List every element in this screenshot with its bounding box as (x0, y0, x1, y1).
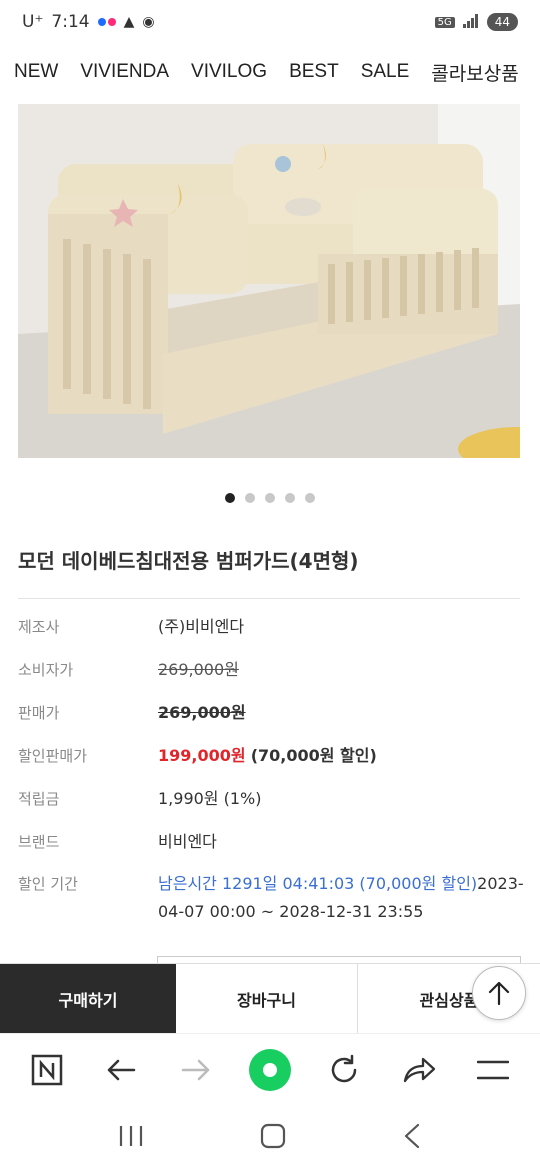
chevron-left-icon (404, 1123, 420, 1148)
flickr-icon (97, 18, 116, 26)
row-label: 소비자가 (18, 661, 74, 679)
naver-home-button[interactable] (23, 1046, 71, 1094)
recent-apps-button[interactable] (118, 1124, 144, 1152)
purchase-action-bar: 구매하기 장바구니 관심상품 (0, 963, 540, 1033)
arrow-up-icon (488, 981, 510, 1006)
cart-button[interactable]: 장바구니 (176, 964, 358, 1033)
info-row-manufacturer: 제조사 (주)비비엔다 (18, 612, 528, 655)
nav-item-vivienda[interactable]: VIVIENDA (69, 61, 180, 83)
info-row-discount-price: 할인판매가 199,000원 (70,000원 할인) (18, 741, 528, 784)
product-info-table: 제조사 (주)비비엔다 소비자가 269,000원 판매가 269,000원 할… (18, 612, 528, 926)
green-dot-button[interactable] (246, 1046, 294, 1094)
share-button[interactable] (395, 1046, 443, 1094)
share-icon (403, 1057, 435, 1082)
status-bar: U⁺ 7:14 ▲ ◉ 5G 44 (0, 0, 540, 44)
row-label: 적립금 (18, 790, 60, 808)
home-icon (260, 1123, 286, 1148)
scroll-top-button[interactable] (472, 966, 526, 1020)
arrow-right-icon (181, 1059, 209, 1080)
daybed-illustration (18, 104, 520, 458)
arrow-left-icon (108, 1059, 136, 1080)
notification-icon: ▲ (123, 14, 135, 30)
nav-item-collab[interactable]: 콜라보상품 (420, 59, 529, 86)
row-label: 제조사 (18, 618, 60, 636)
menu-button[interactable] (469, 1046, 517, 1094)
countdown-text: 남은시간 1291일 04:41:03 (70,000원 할인) (158, 874, 478, 893)
buy-button[interactable]: 구매하기 (0, 964, 176, 1033)
product-title: 모던 데이베드침대전용 범퍼가드(4면형) (18, 549, 359, 573)
system-back-button[interactable] (402, 1123, 422, 1153)
home-button[interactable] (260, 1123, 286, 1153)
info-row-brand: 브랜드 비비엔다 (18, 827, 528, 870)
info-row-discount-period: 할인 기간 남은시간 1291일 04:41:03 (70,000원 할인)20… (18, 870, 528, 926)
nav-item-new[interactable]: NEW (0, 61, 69, 83)
row-label: 할인 기간 (18, 875, 78, 893)
carousel-dot-4[interactable] (285, 493, 295, 503)
consumer-price-value: 269,000원 (158, 660, 239, 679)
clock: 7:14 (51, 12, 90, 32)
status-left: U⁺ 7:14 ▲ ◉ (22, 12, 155, 32)
brand-value: 비비엔다 (158, 832, 217, 851)
carousel-dot-5[interactable] (305, 493, 315, 503)
refresh-button[interactable] (320, 1046, 368, 1094)
battery-indicator: 44 (486, 13, 518, 31)
sale-price-value: 269,000원 (158, 703, 246, 722)
nav-item-vivilog[interactable]: VIVILOG (180, 61, 278, 83)
info-row-consumer-price: 소비자가 269,000원 (18, 655, 528, 698)
manufacturer-value: (주)비비엔다 (158, 617, 245, 636)
hamburger-menu-icon (476, 1060, 509, 1079)
status-right: 5G 44 (434, 13, 518, 31)
points-value: 1,990원 (1%) (158, 789, 262, 808)
info-row-points: 적립금 1,990원 (1%) (18, 784, 528, 827)
nav-item-best[interactable]: BEST (278, 61, 350, 83)
carrier-label: U⁺ (22, 12, 44, 32)
divider (18, 598, 520, 599)
row-label: 판매가 (18, 704, 60, 722)
row-label: 할인판매가 (18, 747, 88, 765)
refresh-icon (332, 1054, 357, 1082)
green-dot-icon (248, 1048, 291, 1091)
signal-icon (462, 13, 479, 31)
row-label: 브랜드 (18, 833, 60, 851)
recent-apps-icon (119, 1125, 143, 1146)
naver-n-icon (31, 1054, 63, 1085)
carousel-dot-3[interactable] (265, 493, 275, 503)
location-icon: ◉ (142, 14, 155, 30)
discount-price-value: 199,000원 (158, 746, 246, 765)
forward-button[interactable] (172, 1046, 220, 1094)
carousel-dot-1[interactable] (225, 493, 235, 503)
carousel-indicator (0, 493, 540, 503)
info-row-sale-price: 판매가 269,000원 (18, 698, 528, 741)
back-button[interactable] (97, 1046, 145, 1094)
product-image[interactable] (18, 104, 520, 458)
nav-item-sale[interactable]: SALE (350, 61, 421, 83)
browser-toolbar (0, 1033, 540, 1105)
network-label: 5G (434, 16, 455, 28)
discount-amount: (70,000원 할인) (250, 746, 377, 765)
system-nav-bar (0, 1105, 540, 1170)
carousel-dot-2[interactable] (245, 493, 255, 503)
category-nav: NEW VIVIENDA VIVILOG BEST SALE 콜라보상품 (0, 50, 540, 94)
